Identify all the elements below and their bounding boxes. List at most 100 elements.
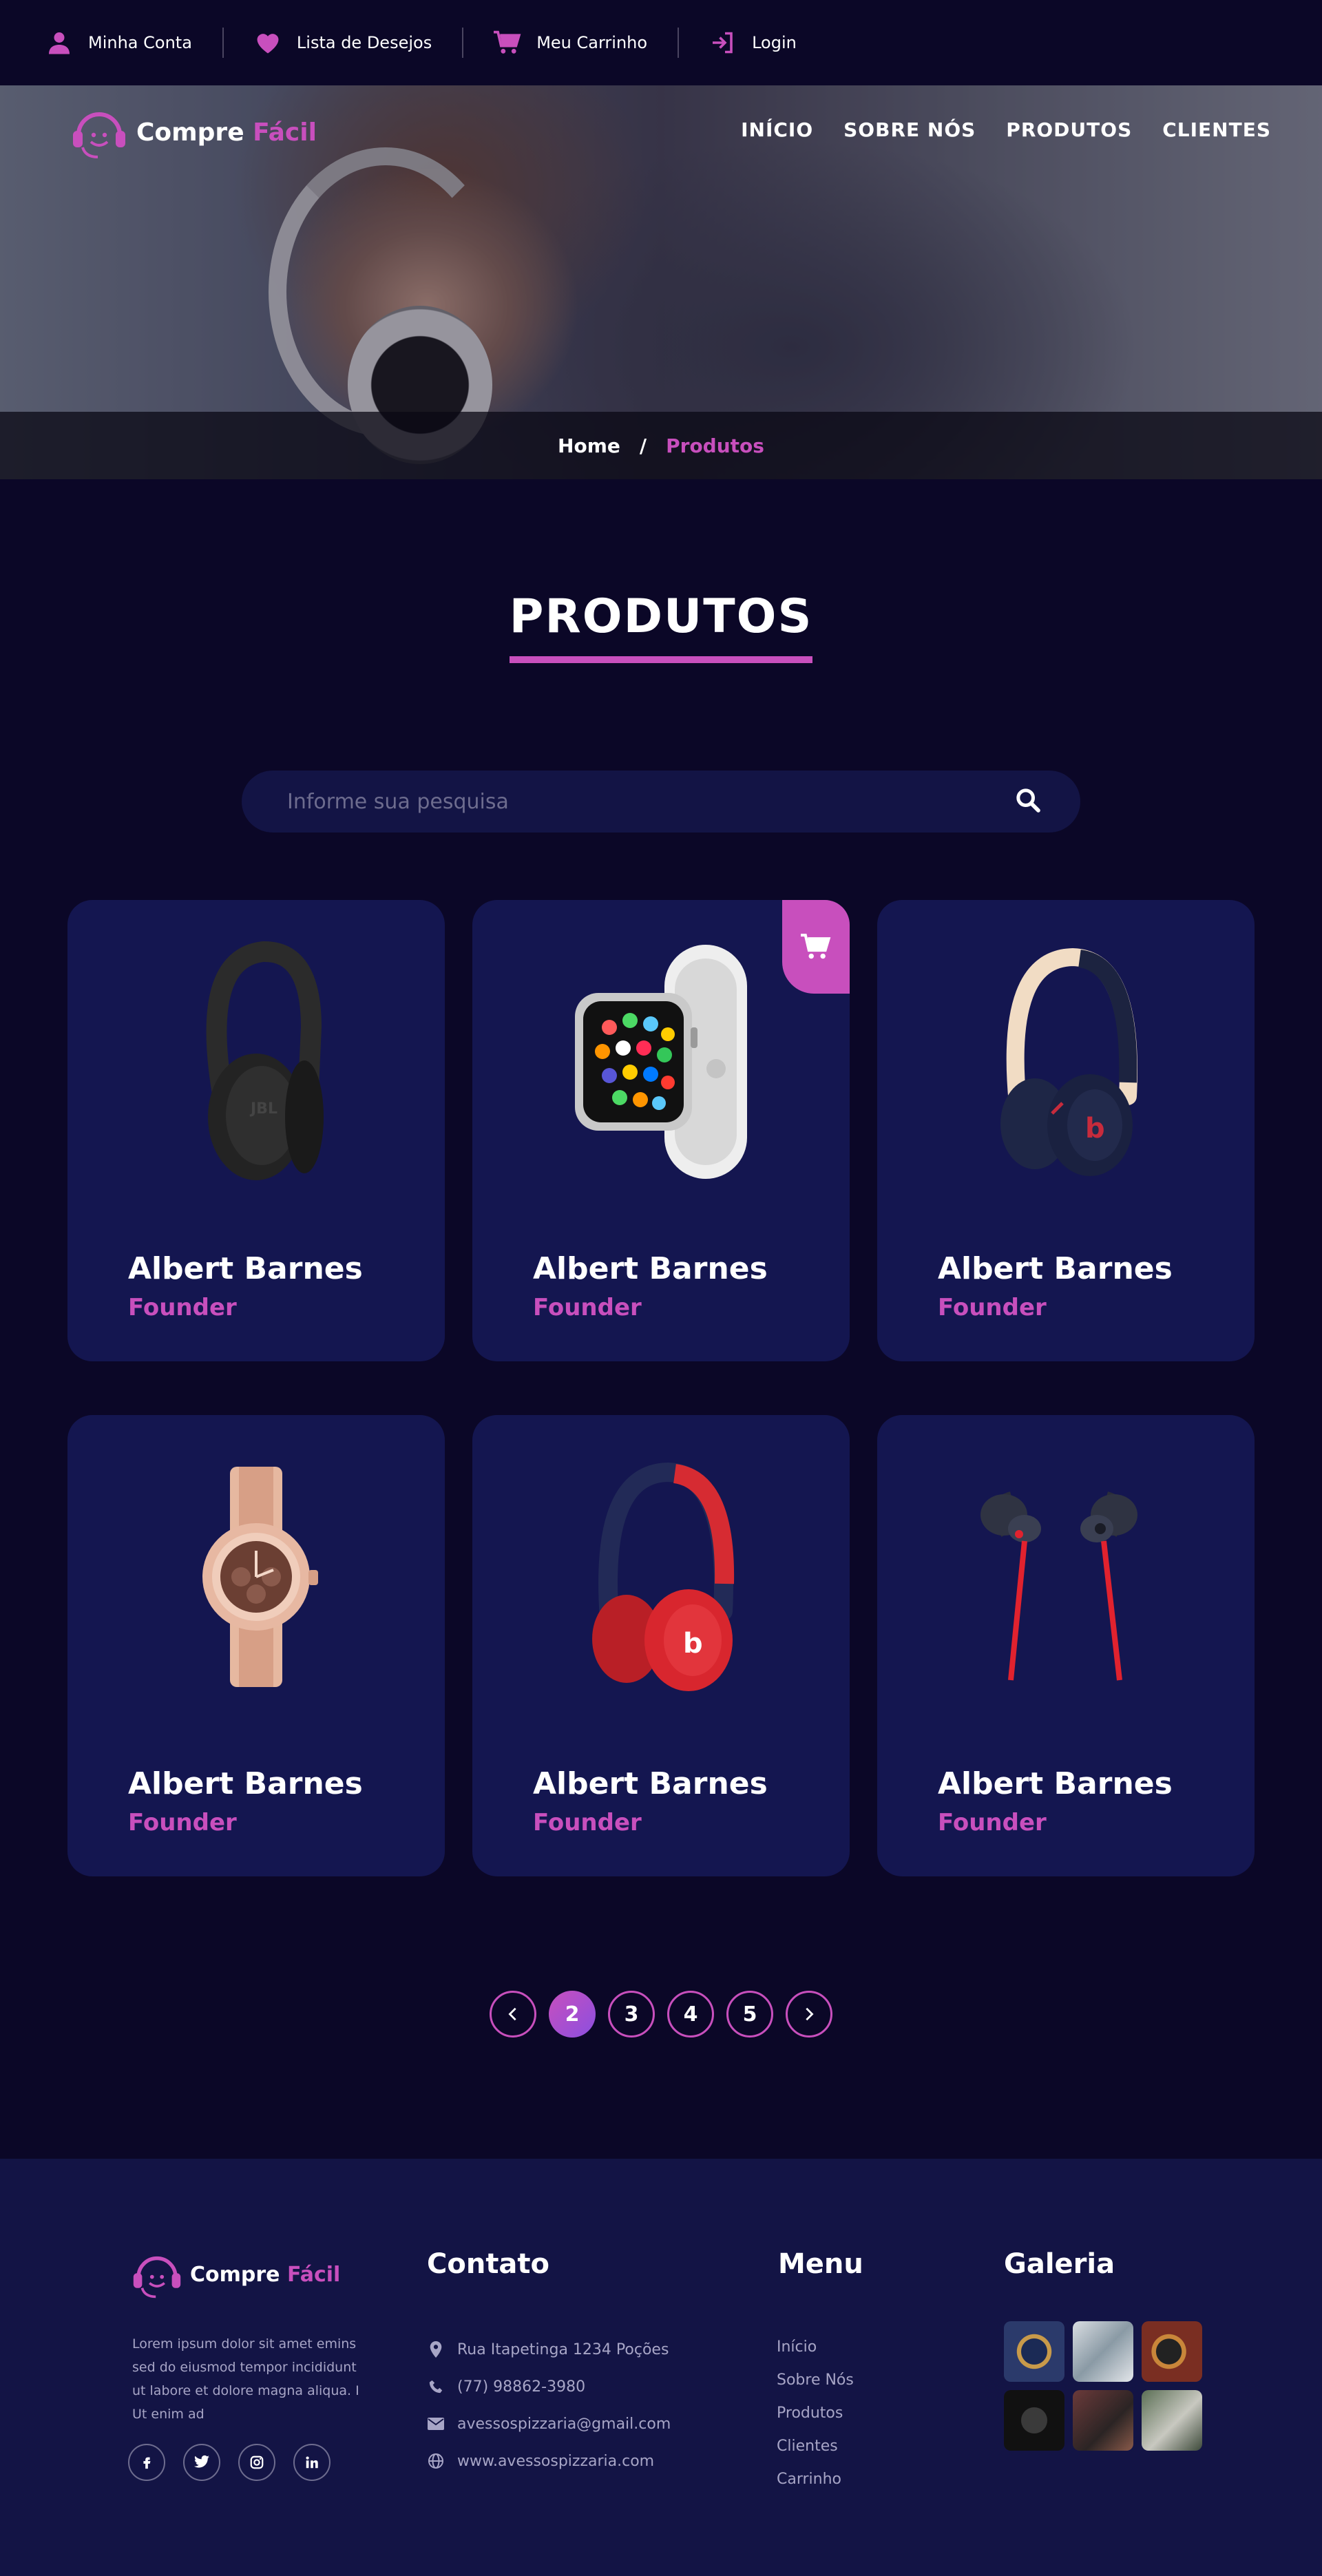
divider — [462, 28, 464, 58]
gallery-thumb[interactable] — [1073, 2390, 1133, 2451]
breadcrumb-home[interactable]: Home — [558, 434, 620, 457]
login-link[interactable]: Login — [709, 29, 827, 56]
breadcrumb: Home / Produtos — [0, 412, 1322, 479]
nav-item-sobre-nos[interactable]: SOBRE NÓS — [843, 118, 976, 141]
footer-menu-item-carrinho[interactable]: Carrinho — [777, 2463, 854, 2496]
cart-link[interactable]: Meu Carrinho — [494, 29, 678, 56]
gallery-thumb[interactable] — [1004, 2390, 1064, 2451]
footer-menu-item-sobre-nos[interactable]: Sobre Nós — [777, 2364, 854, 2397]
product-image-apple-watch — [472, 945, 850, 1179]
product-card[interactable]: b Albert Barnes Founder — [877, 900, 1255, 1361]
cart-icon — [494, 29, 521, 56]
contact-website[interactable]: www.avessospizzaria.com — [427, 2442, 671, 2480]
footer-about-text: Lorem ipsum dolor sit amet emins sed do … — [132, 2336, 359, 2422]
pagination-page[interactable]: 2 — [549, 1991, 596, 2038]
pagination-page[interactable]: 5 — [726, 1991, 773, 2038]
cart-label: Meu Carrinho — [536, 33, 648, 52]
breadcrumb-current: Produtos — [666, 434, 764, 457]
brand-name: Compre Fácil — [136, 118, 317, 147]
globe-icon — [427, 2452, 445, 2470]
instagram-icon[interactable] — [238, 2444, 275, 2481]
login-label: Login — [752, 33, 797, 52]
product-role: Founder — [128, 1294, 237, 1321]
hero-banner: Compre Fácil INÍCIO SOBRE NÓS PRODUTOS C… — [0, 85, 1322, 479]
product-card[interactable]: b Albert Barnes Founder — [472, 1415, 850, 1876]
product-name: Albert Barnes — [533, 1766, 768, 1801]
pagination-prev-button[interactable] — [490, 1991, 536, 2038]
brand-logo[interactable]: Compre Fácil — [70, 105, 317, 160]
pagination: 2 3 4 5 — [0, 1991, 1322, 2038]
svg-text:b: b — [1085, 1113, 1105, 1144]
product-role: Founder — [533, 1809, 642, 1836]
social-links — [128, 2444, 330, 2481]
product-name: Albert Barnes — [128, 1766, 363, 1801]
product-image-beats-headphones-red: b — [472, 1462, 850, 1691]
product-role: Founder — [938, 1809, 1047, 1836]
wishlist-label: Lista de Desejos — [296, 33, 432, 52]
footer-menu-item-produtos[interactable]: Produtos — [777, 2397, 854, 2430]
product-card[interactable]: Albert Barnes Founder — [877, 1415, 1255, 1876]
product-name: Albert Barnes — [128, 1251, 363, 1286]
my-account-label: Minha Conta — [88, 33, 192, 52]
nav-item-clientes[interactable]: CLIENTES — [1162, 118, 1271, 141]
svg-text:b: b — [683, 1628, 703, 1659]
main-nav: INÍCIO SOBRE NÓS PRODUTOS CLIENTES — [741, 118, 1271, 141]
contact-address: Rua Itapetinga 1234 Poções — [427, 2331, 671, 2368]
product-name: Albert Barnes — [938, 1766, 1173, 1801]
chevron-left-icon — [508, 2007, 516, 2021]
user-icon — [45, 29, 73, 56]
svg-text:JBL: JBL — [249, 1100, 277, 1118]
mail-icon — [427, 2415, 445, 2433]
product-card[interactable]: JBL Albert Barnes Founder — [67, 900, 445, 1361]
twitter-icon[interactable] — [183, 2444, 220, 2481]
divider — [222, 28, 224, 58]
contact-phone: (77) 98862-3980 — [427, 2368, 671, 2405]
pagination-page[interactable]: 3 — [608, 1991, 655, 2038]
top-bar: Minha Conta Lista de Desejos Meu Carrinh… — [0, 0, 1322, 85]
page-title: PRODUTOS — [509, 589, 813, 663]
heart-icon — [254, 29, 282, 56]
breadcrumb-separator: / — [639, 434, 647, 457]
product-image-rose-gold-watch — [67, 1467, 445, 1687]
map-pin-icon — [427, 2341, 445, 2358]
divider — [678, 28, 680, 58]
product-role: Founder — [128, 1809, 237, 1836]
footer-brand-name: Compre Fácil — [190, 2262, 341, 2287]
product-role: Founder — [533, 1294, 642, 1321]
footer-gallery-title: Galeria — [1004, 2248, 1115, 2280]
wishlist-link[interactable]: Lista de Desejos — [254, 29, 462, 56]
footer-menu: Início Sobre Nós Produtos Clientes Carri… — [777, 2331, 854, 2496]
facebook-icon[interactable] — [128, 2444, 165, 2481]
gallery-thumb[interactable] — [1073, 2321, 1133, 2382]
my-account-link[interactable]: Minha Conta — [45, 29, 222, 56]
phone-icon — [427, 2378, 445, 2396]
nav-item-inicio[interactable]: INÍCIO — [741, 118, 813, 141]
product-card[interactable]: Albert Barnes Founder — [472, 900, 850, 1361]
footer-contact-title: Contato — [427, 2248, 550, 2280]
login-icon — [709, 29, 737, 56]
chevron-right-icon — [806, 2007, 814, 2021]
pagination-page[interactable]: 4 — [667, 1991, 714, 2038]
section-header: PRODUTOS — [0, 589, 1322, 663]
footer-menu-item-clientes[interactable]: Clientes — [777, 2430, 854, 2463]
search-icon[interactable] — [1014, 786, 1042, 817]
nav-item-produtos[interactable]: PRODUTOS — [1006, 118, 1132, 141]
product-role: Founder — [938, 1294, 1047, 1321]
footer-logo[interactable]: Compre Fácil — [131, 2250, 340, 2299]
pagination-next-button[interactable] — [786, 1991, 832, 2038]
headset-logo-icon — [133, 2256, 181, 2298]
contact-list: Rua Itapetinga 1234 Poções (77) 98862-39… — [427, 2331, 671, 2480]
gallery-thumb[interactable] — [1142, 2390, 1202, 2451]
contact-email[interactable]: avessospizzaria@gmail.com — [427, 2405, 671, 2442]
search-input[interactable] — [287, 789, 1014, 814]
footer-gallery — [1004, 2321, 1202, 2451]
search-bar — [242, 771, 1080, 833]
footer-menu-item-inicio[interactable]: Início — [777, 2331, 854, 2364]
footer: Compre Fácil Lorem ipsum dolor sit amet … — [0, 2159, 1322, 2576]
gallery-thumb[interactable] — [1004, 2321, 1064, 2382]
linkedin-icon[interactable] — [293, 2444, 330, 2481]
gallery-thumb[interactable] — [1142, 2321, 1202, 2382]
product-card[interactable]: Albert Barnes Founder — [67, 1415, 445, 1876]
product-grid: JBL Albert Barnes Founder Albert Barnes … — [67, 900, 1255, 1876]
product-image-wireless-earbuds — [877, 1470, 1255, 1684]
